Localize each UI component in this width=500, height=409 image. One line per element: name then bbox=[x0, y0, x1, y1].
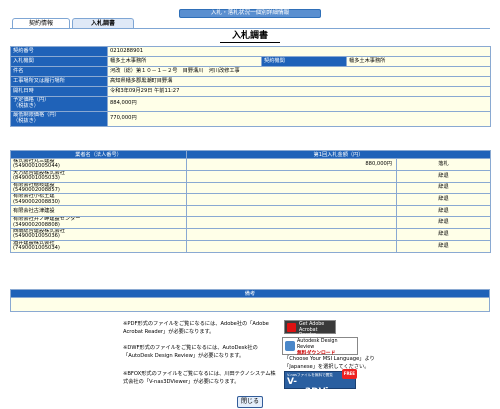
page-header-banner: 入札・落札状況一個別詳細情報 bbox=[179, 9, 321, 18]
bid-result: 辞退 bbox=[396, 239, 491, 253]
bidder-cell: 有限会社穂岐建設 (5490002008857) bbox=[10, 181, 187, 195]
bid-amount bbox=[186, 181, 397, 195]
bidder-cell: 有限会社井ノ岬建設センター (3490002008808) bbox=[10, 216, 187, 230]
bidder-corp-number: (8490001005033) bbox=[13, 175, 60, 182]
bid-agency-label: 入札機関 bbox=[10, 56, 108, 67]
bid-result: 辞退 bbox=[396, 169, 491, 183]
pdf-note: ※PDF形式のファイルをご覧になるには、Adobe社の「Adobe Acroba… bbox=[123, 321, 269, 335]
free-badge: FREE bbox=[341, 369, 357, 379]
bid-amount bbox=[186, 169, 397, 183]
bidder-corp-number: (5490002008830) bbox=[13, 198, 60, 205]
bid-amount bbox=[186, 205, 397, 218]
bid-amount bbox=[186, 216, 397, 230]
bidder-corp-number: (7490001005034) bbox=[13, 245, 60, 252]
contract-agency-value: 幡多土木事務所 bbox=[346, 56, 491, 67]
item-value: 河改（総）第１０－１－２号 目野溝川 河川改修工事 bbox=[107, 66, 491, 77]
contract-agency-label: 契約機関 bbox=[261, 56, 347, 67]
bid-result: 辞退 bbox=[396, 193, 491, 207]
bidder-corp-number: (3490002008808) bbox=[13, 221, 60, 228]
bid-row: 有限会社穂岐建設 (5490002008857) 辞退 bbox=[10, 181, 491, 195]
bid-agency-value: 幡多土木事務所 bbox=[107, 56, 262, 67]
close-button[interactable]: 閉じる bbox=[237, 396, 263, 408]
msi-language-note: 「Choose Your MSI Language」より「Japanese」を選… bbox=[284, 356, 375, 370]
min-price-value: 770,000円 bbox=[107, 111, 491, 127]
contract-no-value: 0210288901 bbox=[107, 46, 491, 57]
dwr-line1: Autodesk Design Review bbox=[297, 339, 338, 350]
min-price-label: 最低制限価格（円） （税抜き） bbox=[10, 111, 108, 127]
bid-row: 有限会社井ノ岬建設センター (3490002008808) 辞退 bbox=[10, 216, 491, 230]
bid-row: 有限会社小松土建 (5490002008830) 辞退 bbox=[10, 193, 491, 207]
date-value: 令和3年09月29日 午前11:27 bbox=[107, 86, 491, 97]
design-review-icon bbox=[285, 341, 295, 351]
bid-row: 大方総合建設株式会社 (8490001005033) 辞退 bbox=[10, 169, 491, 183]
vnas-download-text: ダウンロードはこちら bbox=[287, 397, 323, 401]
planned-price-label-sub: （税抜き） bbox=[13, 103, 39, 109]
item-label: 件名 bbox=[10, 66, 108, 77]
bid-row: 有限会社古津建設 辞退 bbox=[10, 205, 491, 218]
vnas-name: V-nas3DViewer bbox=[287, 377, 354, 397]
bidder-cell: 有限会社小松土建 (5490002008830) bbox=[10, 193, 187, 207]
bid-result: 辞退 bbox=[396, 216, 491, 230]
sfc-note: ※BFOX形式のファイルをご覧になるには、川田テクノシステム株式会社の「V-na… bbox=[123, 371, 276, 385]
bid-result: 辞退 bbox=[396, 228, 491, 241]
remarks-body bbox=[10, 298, 490, 312]
bid-result: 辞退 bbox=[396, 181, 491, 195]
bidder-cell: 西南総合建設株式会社 (5490001005036) bbox=[10, 228, 187, 241]
bidder-name: 有限会社古津建設 bbox=[13, 207, 55, 214]
planned-price-label: 予定価格（円） （税抜き） bbox=[10, 96, 108, 112]
dwf-note: ※DWF形式のファイルをご覧になるには、AutoDesk社の「AutoDesk … bbox=[123, 345, 258, 359]
bid-result: 落札 bbox=[396, 158, 491, 171]
bidder-corp-number: (5490001005044) bbox=[13, 163, 60, 170]
acrobat-reader-link[interactable]: Get Adobe Acrobat Reader bbox=[284, 320, 336, 338]
pdf-icon bbox=[287, 323, 296, 332]
bidder-cell: 株式会社丸三建設 (5490001005044) bbox=[10, 158, 187, 171]
bid-row: 酒井建設株式会社 (7490001005034) 辞退 bbox=[10, 239, 491, 253]
bidder-corp-number: (5490001005036) bbox=[13, 233, 60, 240]
bidder-name-header: 業者名（法人番号） bbox=[10, 150, 187, 159]
bid-row: 株式会社丸三建設 (5490001005044) 880,000円 落札 bbox=[10, 158, 491, 171]
contract-info-table: 契約番号 0210288901 入札機関 幡多土木事務所 契約機関 幡多土木事務… bbox=[10, 46, 491, 127]
location-label: 工事場所又は履行場所 bbox=[10, 76, 108, 87]
bid-amount bbox=[186, 239, 397, 253]
bid-amount bbox=[186, 193, 397, 207]
bidder-cell: 大方総合建設株式会社 (8490001005033) bbox=[10, 169, 187, 183]
bid-row: 西南総合建設株式会社 (5490001005036) 辞退 bbox=[10, 228, 491, 241]
contract-no-label: 契約番号 bbox=[10, 46, 108, 57]
remarks-header: 備考 bbox=[10, 289, 490, 298]
min-price-label-sub: （税抜き） bbox=[13, 118, 39, 124]
bidder-cell: 有限会社古津建設 bbox=[10, 205, 187, 218]
page-title: 入札調書 bbox=[220, 30, 280, 43]
tab-divider bbox=[10, 28, 490, 29]
design-review-link[interactable]: Autodesk Design Review 無料ダウンロード bbox=[282, 337, 358, 356]
vnas-viewer-link[interactable]: FREE V-nasファイルを無料で閲覧 V-nas3DViewer ダウンロー… bbox=[284, 369, 357, 401]
bid-amount bbox=[186, 228, 397, 241]
bid-result: 辞退 bbox=[396, 205, 491, 218]
bid-amount: 880,000円 bbox=[186, 158, 397, 171]
bidder-corp-number: (5490002008857) bbox=[13, 187, 60, 194]
location-value: 高知県幡多郡黒潮町目野溝 bbox=[107, 76, 491, 87]
bid-results-table: 業者名（法人番号） 第1回入札金額（円） 株式会社丸三建設 (5490001005… bbox=[10, 150, 491, 253]
date-label: 開札日時 bbox=[10, 86, 108, 97]
bidder-cell: 酒井建設株式会社 (7490001005034) bbox=[10, 239, 187, 253]
planned-price-value: 884,000円 bbox=[107, 96, 491, 112]
bid-amount-header: 第1回入札金額（円） bbox=[186, 150, 491, 159]
